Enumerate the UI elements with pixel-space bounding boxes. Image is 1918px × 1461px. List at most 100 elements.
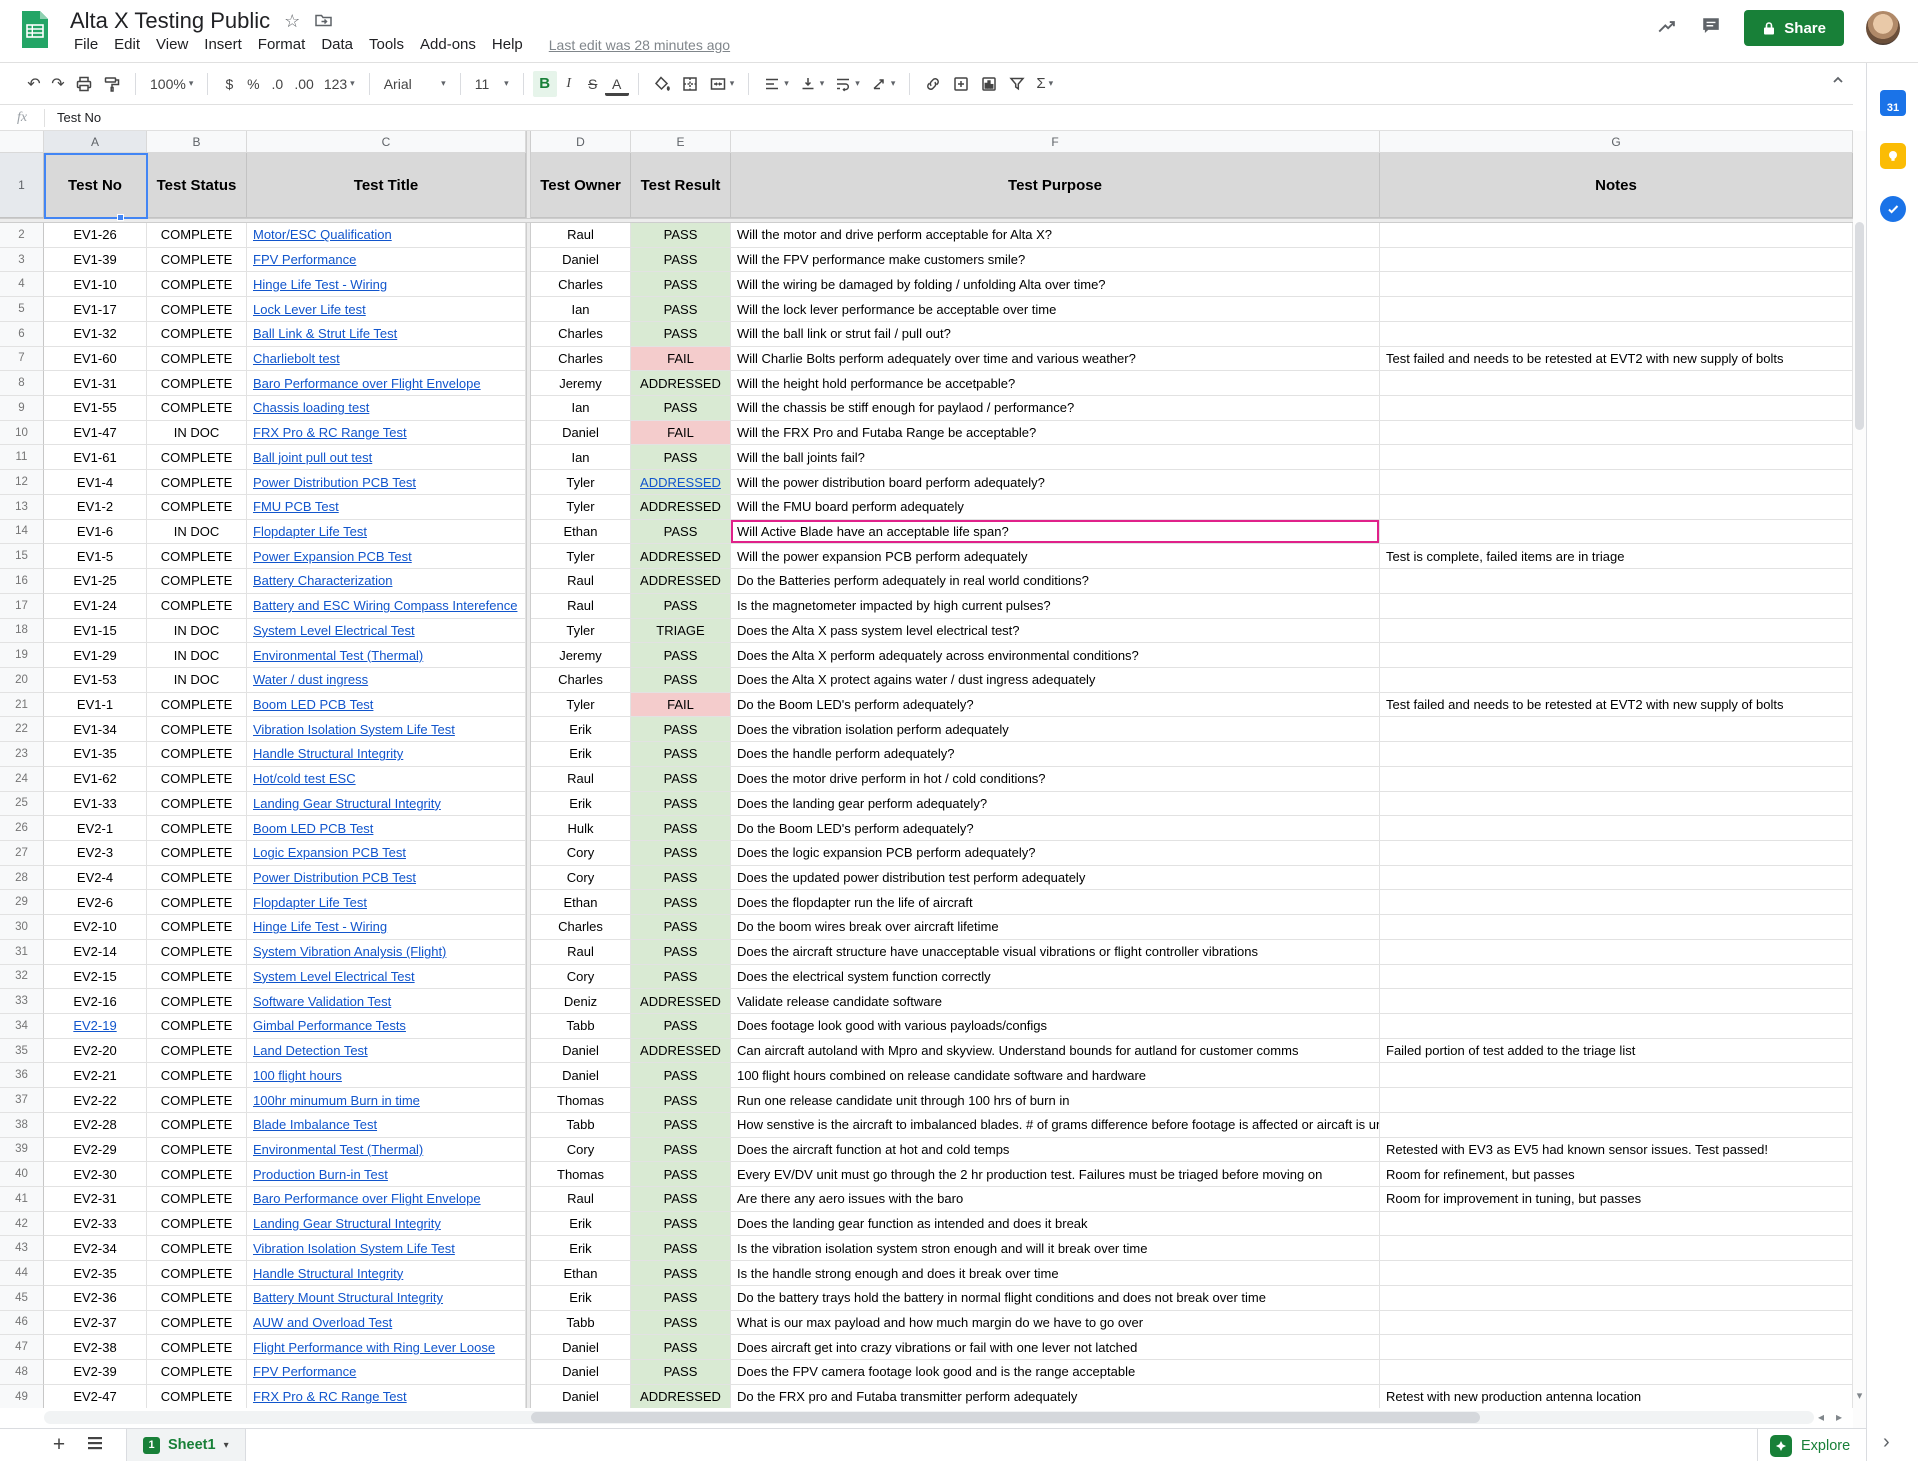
cell-F2[interactable]: Will the motor and drive perform accepta… — [731, 223, 1380, 248]
cell-D13[interactable]: Tyler — [531, 495, 631, 520]
sheets-logo-icon[interactable] — [20, 9, 50, 55]
functions-button[interactable]: Σ▾ — [1031, 71, 1058, 97]
row-header-27[interactable]: 27 — [0, 841, 44, 866]
menu-format[interactable]: Format — [250, 33, 314, 56]
select-all-corner[interactable] — [0, 131, 44, 153]
format-currency-button[interactable]: $ — [217, 71, 241, 97]
cell-G31[interactable] — [1380, 940, 1853, 965]
explore-button[interactable]: Explore — [1757, 1429, 1866, 1461]
share-button[interactable]: Share — [1744, 10, 1844, 46]
cell-G26[interactable] — [1380, 816, 1853, 841]
cell-B42[interactable]: COMPLETE — [147, 1212, 247, 1237]
cell-B11[interactable]: COMPLETE — [147, 445, 247, 470]
formula-input[interactable]: Test No — [57, 110, 101, 125]
cell-A9[interactable]: EV1-55 — [44, 396, 147, 421]
cell-G29[interactable] — [1380, 890, 1853, 915]
cell-E32[interactable]: PASS — [631, 965, 731, 990]
cell-B3[interactable]: COMPLETE — [147, 248, 247, 273]
cell-B32[interactable]: COMPLETE — [147, 965, 247, 990]
cell-F45[interactable]: Do the battery trays hold the battery in… — [731, 1286, 1380, 1311]
insights-icon[interactable] — [1656, 16, 1678, 41]
cell-E36[interactable]: PASS — [631, 1063, 731, 1088]
cell-C35[interactable]: Land Detection Test — [247, 1039, 526, 1064]
cell-D14[interactable]: Ethan — [531, 520, 631, 545]
row-header-22[interactable]: 22 — [0, 717, 44, 742]
cell-E28[interactable]: PASS — [631, 866, 731, 891]
cell-B5[interactable]: COMPLETE — [147, 297, 247, 322]
cell-A31[interactable]: EV2-14 — [44, 940, 147, 965]
cell-G24[interactable] — [1380, 767, 1853, 792]
cell-D34[interactable]: Tabb — [531, 1014, 631, 1039]
cell-C10[interactable]: FRX Pro & RC Range Test — [247, 421, 526, 446]
cell-D36[interactable]: Daniel — [531, 1063, 631, 1088]
row-header-40[interactable]: 40 — [0, 1162, 44, 1187]
row-header-44[interactable]: 44 — [0, 1261, 44, 1286]
menu-tools[interactable]: Tools — [361, 33, 412, 56]
cell-C15[interactable]: Power Expansion PCB Test — [247, 544, 526, 569]
cell-G7[interactable]: Test failed and needs to be retested at … — [1380, 347, 1853, 372]
zoom-select[interactable]: 100%▾ — [145, 71, 198, 97]
menu-data[interactable]: Data — [313, 33, 361, 56]
horizontal-align-button[interactable]: ▾ — [758, 71, 794, 97]
add-sheet-button[interactable]: + — [46, 1433, 72, 1457]
row-header-30[interactable]: 30 — [0, 915, 44, 940]
cell-C12[interactable]: Power Distribution PCB Test — [247, 470, 526, 495]
cell-F4[interactable]: Will the wiring be damaged by folding / … — [731, 272, 1380, 297]
cell-F41[interactable]: Are there any aero issues with the baro — [731, 1187, 1380, 1212]
cell-B39[interactable]: COMPLETE — [147, 1138, 247, 1163]
cell-C33[interactable]: Software Validation Test — [247, 989, 526, 1014]
cell-E34[interactable]: PASS — [631, 1014, 731, 1039]
cell-B44[interactable]: COMPLETE — [147, 1261, 247, 1286]
scroll-down-arrow-icon[interactable]: ▾ — [1853, 1389, 1866, 1402]
side-panel-collapse-icon[interactable]: › — [1883, 1431, 1890, 1454]
row-header-23[interactable]: 23 — [0, 742, 44, 767]
cell-C2[interactable]: Motor/ESC Qualification — [247, 223, 526, 248]
cell-F5[interactable]: Will the lock lever performance be accep… — [731, 297, 1380, 322]
cell-E37[interactable]: PASS — [631, 1088, 731, 1113]
cell-F47[interactable]: Does aircraft get into crazy vibrations … — [731, 1335, 1380, 1360]
cell-D39[interactable]: Cory — [531, 1138, 631, 1163]
cell-E48[interactable]: PASS — [631, 1360, 731, 1385]
cell-D22[interactable]: Erik — [531, 717, 631, 742]
cell-E38[interactable]: PASS — [631, 1113, 731, 1138]
cell-A19[interactable]: EV1-29 — [44, 643, 147, 668]
cell-B48[interactable]: COMPLETE — [147, 1360, 247, 1385]
cell-G49[interactable]: Retest with new production antenna locat… — [1380, 1385, 1853, 1409]
cell-G6[interactable] — [1380, 322, 1853, 347]
cell-E46[interactable]: PASS — [631, 1311, 731, 1336]
cell-G19[interactable] — [1380, 643, 1853, 668]
cell-F23[interactable]: Does the handle perform adequately? — [731, 742, 1380, 767]
cell-F46[interactable]: What is our max payload and how much mar… — [731, 1311, 1380, 1336]
cell-A6[interactable]: EV1-32 — [44, 322, 147, 347]
cell-G41[interactable]: Room for improvement in tuning, but pass… — [1380, 1187, 1853, 1212]
cell-D43[interactable]: Erik — [531, 1236, 631, 1261]
cell-G48[interactable] — [1380, 1360, 1853, 1385]
cell-E9[interactable]: PASS — [631, 396, 731, 421]
cell-D35[interactable]: Daniel — [531, 1039, 631, 1064]
row-header-12[interactable]: 12 — [0, 470, 44, 495]
cell-B25[interactable]: COMPLETE — [147, 792, 247, 817]
cell-C25[interactable]: Landing Gear Structural Integrity — [247, 792, 526, 817]
cell-G10[interactable] — [1380, 421, 1853, 446]
cell-G17[interactable] — [1380, 594, 1853, 619]
horizontal-scrollbar-thumb[interactable] — [531, 1412, 1480, 1423]
avatar[interactable] — [1866, 11, 1900, 45]
cell-C19[interactable]: Environmental Test (Thermal) — [247, 643, 526, 668]
row-header-9[interactable]: 9 — [0, 396, 44, 421]
filter-button[interactable] — [1003, 71, 1031, 97]
menu-addons[interactable]: Add-ons — [412, 33, 484, 56]
row-header-16[interactable]: 16 — [0, 569, 44, 594]
text-wrap-button[interactable]: ▾ — [829, 71, 865, 97]
cell-G43[interactable] — [1380, 1236, 1853, 1261]
cell-D7[interactable]: Charles — [531, 347, 631, 372]
cell-C27[interactable]: Logic Expansion PCB Test — [247, 841, 526, 866]
cell-B33[interactable]: COMPLETE — [147, 989, 247, 1014]
cell-C34[interactable]: Gimbal Performance Tests — [247, 1014, 526, 1039]
cell-F17[interactable]: Is the magnetometer impacted by high cur… — [731, 594, 1380, 619]
row-header-39[interactable]: 39 — [0, 1138, 44, 1163]
horizontal-scrollbar[interactable]: ◂ ▸ — [0, 1408, 1853, 1428]
cell-D28[interactable]: Cory — [531, 866, 631, 891]
row-header-15[interactable]: 15 — [0, 544, 44, 569]
cell-C37[interactable]: 100hr minumum Burn in time — [247, 1088, 526, 1113]
cell-A24[interactable]: EV1-62 — [44, 767, 147, 792]
